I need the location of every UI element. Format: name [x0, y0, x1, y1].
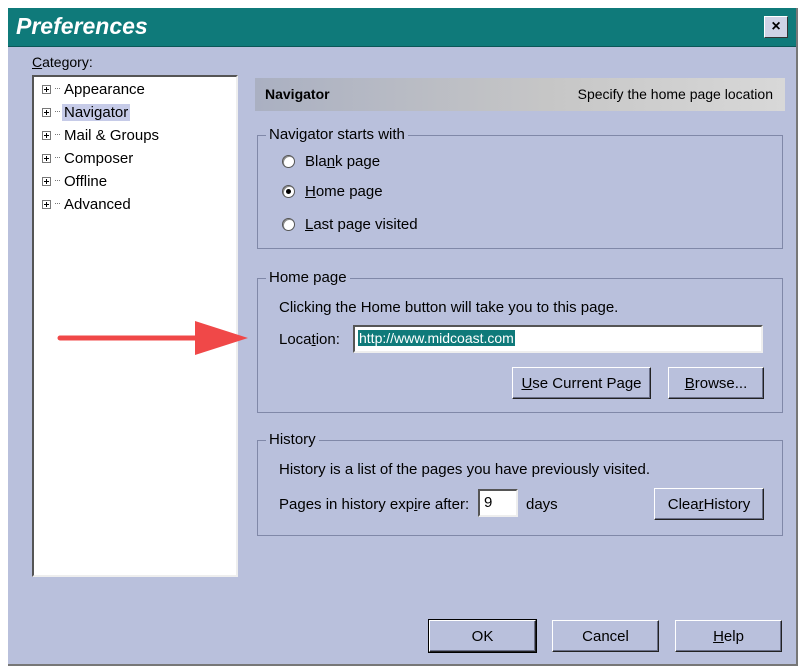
help-button[interactable]: Help	[675, 620, 782, 652]
tree-item-advanced[interactable]: Advanced	[42, 194, 133, 214]
tree-item-offline[interactable]: Offline	[42, 171, 109, 191]
location-input[interactable]: http://www.midcoast.com	[353, 325, 763, 353]
panel-header: Navigator Specify the home page location	[255, 78, 785, 111]
panel-title: Navigator	[265, 86, 330, 102]
tree-item-label: Advanced	[64, 195, 131, 213]
radio-button[interactable]	[282, 218, 295, 231]
history-days-input[interactable]: 9	[478, 489, 518, 517]
radio-label: Blank page	[305, 153, 381, 170]
ok-button[interactable]: OK	[428, 619, 537, 653]
expand-plus-icon[interactable]	[42, 153, 51, 163]
red-arrow-icon	[57, 321, 248, 355]
browse-button[interactable]: Browse...	[668, 367, 764, 399]
tree-item-label: Navigator	[62, 103, 131, 121]
use-current-page-button[interactable]: Use Current Page	[512, 367, 651, 399]
tree-connector	[55, 88, 60, 90]
tree-connector	[55, 134, 60, 136]
home-page-description: Clicking the Home button will take you t…	[279, 299, 619, 316]
radio-blank-page[interactable]: Blank page	[282, 153, 380, 170]
expand-plus-icon[interactable]	[42, 130, 51, 140]
radio-label: Last page visited	[305, 216, 418, 233]
location-label: Location:	[279, 331, 340, 348]
home-page-group: Home page Clicking the Home button will …	[257, 269, 783, 413]
close-icon: ×	[771, 18, 781, 35]
cancel-button[interactable]: Cancel	[552, 620, 659, 652]
starts-with-group: Navigator starts with Blank page Home pa…	[257, 126, 783, 249]
tree-connector	[55, 203, 60, 205]
tree-connector	[55, 157, 60, 159]
radio-last-page-visited[interactable]: Last page visited	[282, 216, 418, 233]
radio-button[interactable]	[282, 185, 295, 198]
expand-plus-icon[interactable]	[42, 176, 51, 186]
clear-history-button[interactable]: Clea r History	[654, 488, 764, 520]
tree-item-composer[interactable]: Composer	[42, 148, 135, 168]
panel-description: Specify the home page location	[577, 86, 773, 102]
expand-plus-icon[interactable]	[42, 199, 51, 209]
tree-item-label: Offline	[64, 172, 108, 190]
radio-home-page[interactable]: Home page	[282, 183, 383, 200]
location-value: http://www.midcoast.com	[358, 330, 515, 346]
category-label: Category:	[32, 54, 93, 70]
title-bar[interactable]: Preferences ×	[8, 8, 796, 47]
window-title: Preferences	[16, 13, 148, 39]
tree-item-mail-groups[interactable]: Mail & Groups	[42, 125, 161, 145]
close-button[interactable]: ×	[764, 16, 788, 38]
tree-connector	[55, 180, 60, 182]
tree-item-label: Appearance	[64, 80, 145, 98]
tree-connector	[55, 111, 60, 113]
expand-plus-icon[interactable]	[42, 84, 51, 94]
expand-plus-icon[interactable]	[42, 107, 51, 117]
group-legend: Home page	[266, 269, 350, 286]
group-legend: Navigator starts with	[266, 126, 408, 143]
radio-button[interactable]	[282, 155, 295, 168]
tree-item-label: Composer	[64, 149, 134, 167]
history-expire-label: Pages in history expire after:	[279, 496, 470, 513]
tree-item-navigator[interactable]: Navigator	[42, 102, 131, 122]
group-legend: History	[266, 431, 319, 448]
history-group: History History is a list of the pages y…	[257, 431, 783, 536]
days-label: days	[526, 496, 558, 513]
tree-item-label: Mail & Groups	[64, 126, 160, 144]
history-description: History is a list of the pages you have …	[279, 461, 651, 478]
tree-item-appearance[interactable]: Appearance	[42, 79, 147, 99]
radio-label: Home page	[305, 183, 383, 200]
